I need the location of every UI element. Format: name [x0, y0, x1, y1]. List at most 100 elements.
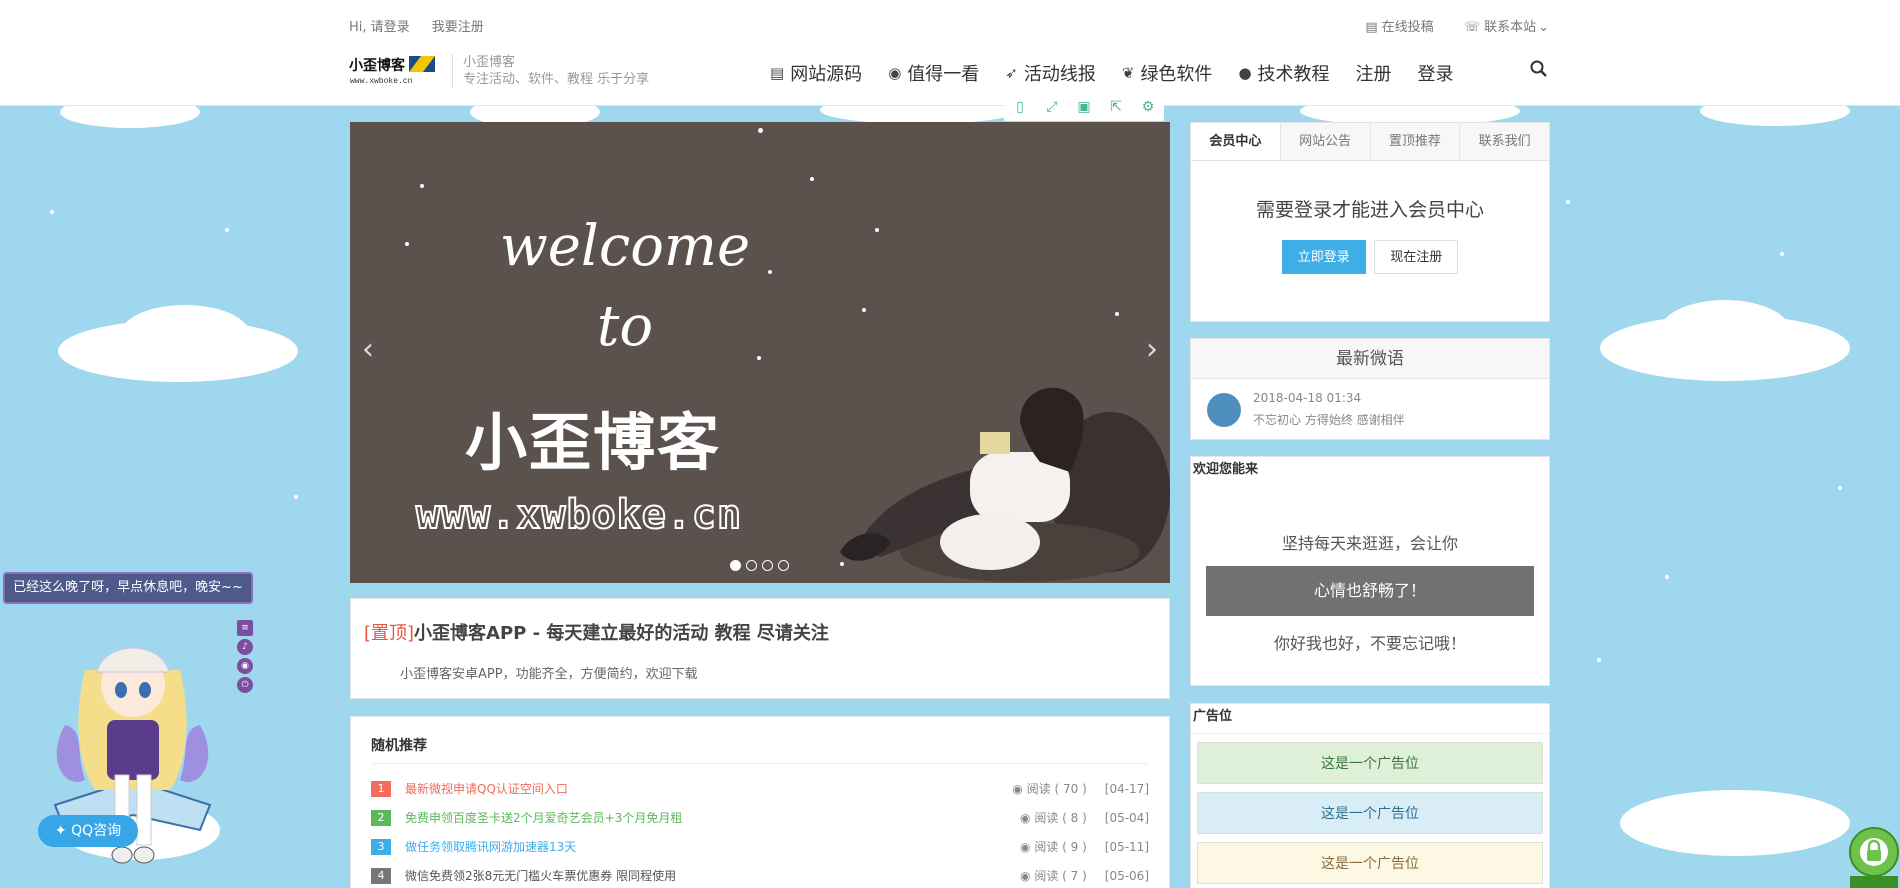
nav-item-software[interactable]: ❦ 绿色软件	[1122, 60, 1213, 86]
pinned-post-title[interactable]: [置顶]小歪博客APP - 每天建立最好的活动 教程 尽请关注	[364, 619, 1156, 645]
register-link[interactable]: 我要注册	[432, 20, 484, 35]
post-date: [05-06]	[1104, 868, 1149, 883]
tab-member-center[interactable]: 会员中心	[1191, 123, 1281, 160]
post-link[interactable]: 免费申领百度圣卡送2个月爱奇艺会员+3个月免月租	[405, 809, 1020, 826]
nav-item-worth[interactable]: ◉ 值得一看	[888, 60, 979, 86]
eye-icon: ◉	[1012, 782, 1027, 796]
ad-widget: 广告位 这是一个广告位 这是一个广告位 这是一个广告位	[1190, 703, 1550, 888]
rank-badge: 2	[371, 809, 391, 826]
member-actions: 立即登录 现在注册	[1191, 240, 1549, 274]
ad-slot-3[interactable]: 这是一个广告位	[1197, 842, 1543, 884]
tab-announcement[interactable]: 网站公告	[1280, 123, 1371, 160]
weibo-text: 不忘初心 方得始终 感谢相伴	[1253, 413, 1405, 427]
power-icon[interactable]: ⏻	[237, 677, 253, 693]
chat-icon[interactable]: ≡	[237, 620, 253, 636]
music-icon[interactable]: ♪	[237, 639, 253, 655]
leaf-icon: ❦	[1121, 64, 1135, 82]
chat-icon: ●	[1238, 64, 1252, 82]
welcome-line-2: 你好我也好，不要忘记哦！	[1273, 634, 1466, 653]
search-icon[interactable]	[1530, 60, 1550, 80]
qq-consult-button[interactable]: ✦ QQ咨询	[38, 815, 138, 847]
welcome-widget: 欢迎您能来 坚持每天来逛逛，会让你 心情也舒畅了！ 你好我也好，不要忘记哦！	[1190, 456, 1550, 686]
nav-item-source[interactable]: ▤ 网站源码	[770, 60, 862, 86]
header: Hi, 请登录 我要注册 ▤ 在线投稿 ☏ 联系本站 ⌄ 小歪博客 www.xwbok…	[0, 0, 1900, 106]
list-item: 4 微信免费领2张8元无门槛火车票优惠券 限同程使用 ◉ 阅读 ( 7 ) [0…	[371, 861, 1149, 888]
login-required-message: 需要登录才能进入会员中心	[1255, 199, 1484, 221]
avatar[interactable]	[1207, 393, 1241, 427]
mascot-speech-bubble: 已经这么晚了呀，早点休息吧，晚安~~	[3, 572, 253, 604]
svg-text:www.xwboke.cn: www.xwboke.cn	[350, 77, 413, 86]
slide-welcome-text: welcome to	[499, 214, 751, 359]
banner-slider[interactable]: welcome to 小歪博客 www.xwboke.cn ‹ ›	[350, 122, 1170, 583]
top-links-right: ▤ 在线投稿 ☏ 联系本站 ⌄	[1339, 16, 1549, 35]
post-link[interactable]: 微信免费领2张8元无门槛火车票优惠券 限同程使用	[405, 867, 1020, 884]
nav-item-activity[interactable]: ➶ 活动线报	[1005, 60, 1096, 86]
post-link[interactable]: 做任务领取腾讯网游加速器13天	[405, 838, 1020, 855]
slide-dot-1[interactable]	[730, 560, 741, 571]
latest-weibo: 最新微语 2018-04-18 01:34 不忘初心 方得始终 感谢相伴	[1190, 338, 1550, 440]
eye-icon: ◉	[1020, 811, 1035, 825]
share-icon[interactable]: ⇱	[1100, 93, 1132, 121]
article-tools: ▯ ⤢ ▣ ⇱ ⚙	[1004, 93, 1164, 121]
security-badge-icon[interactable]	[1848, 826, 1900, 888]
post-date: [05-04]	[1104, 810, 1149, 825]
svg-text:小歪博客: 小歪博客	[349, 57, 406, 73]
list-item: 2 免费申领百度圣卡送2个月爱奇艺会员+3个月免月租 ◉ 阅读 ( 8 ) [0…	[371, 803, 1149, 832]
nav-item-login[interactable]: 登录	[1418, 60, 1454, 86]
top-links-left: Hi, 请登录 我要注册	[349, 16, 502, 35]
list-icon: ▤	[770, 64, 785, 82]
login-button[interactable]: 立即登录	[1281, 240, 1366, 274]
post-link[interactable]: 最新微视申请QQ认证空间入口	[405, 780, 1012, 797]
fullscreen-icon[interactable]: ⤢	[1036, 93, 1068, 121]
read-count: ◉ 阅读 ( 7 )	[1020, 869, 1087, 883]
rocket-icon: ➶	[1005, 64, 1018, 82]
post-date: [04-17]	[1104, 781, 1149, 796]
contact-link[interactable]: ☏ 联系本站 ⌄	[1464, 20, 1549, 35]
ad-slot-1[interactable]: 这是一个广告位	[1197, 742, 1543, 784]
slide-dot-2[interactable]	[746, 560, 757, 571]
welcome-heading: 欢迎您能来	[1193, 462, 1259, 477]
qq-icon: ✦	[54, 823, 72, 839]
rank-badge: 1	[371, 780, 391, 797]
phone-icon[interactable]: ▯	[1004, 93, 1036, 121]
slide-title: 小歪博客	[465, 406, 722, 479]
eye-icon[interactable]: ◉	[237, 658, 253, 674]
random-heading: 随机推荐	[371, 735, 1149, 764]
weibo-time: 2018-04-18 01:34	[1253, 391, 1362, 405]
nav-item-tutorial[interactable]: ● 技术教程	[1238, 60, 1329, 86]
ad-slot-2[interactable]: 这是一个广告位	[1197, 792, 1543, 834]
weibo-heading: 最新微语	[1191, 339, 1549, 379]
post-date: [05-11]	[1104, 839, 1149, 854]
member-tabs: 会员中心 网站公告 置顶推荐 联系我们	[1191, 123, 1549, 161]
slide-dot-3[interactable]	[762, 560, 773, 571]
random-list: 1 最新微视申请QQ认证空间入口 ◉ 阅读 ( 70 ) [04-17] 2 免…	[371, 774, 1149, 888]
site-tagline-block: 小歪博客 专注活动、软件、教程 乐于分享	[452, 54, 649, 88]
tab-contact[interactable]: 联系我们	[1460, 123, 1549, 160]
login-link[interactable]: Hi, 请登录	[349, 20, 410, 35]
slide-illustration	[840, 387, 1170, 582]
gear-icon[interactable]: ⚙	[1132, 93, 1164, 121]
register-button[interactable]: 现在注册	[1374, 240, 1459, 274]
tab-pinned[interactable]: 置顶推荐	[1370, 123, 1461, 160]
nav-item-register[interactable]: 注册	[1356, 60, 1392, 86]
prev-slide-icon[interactable]: ‹	[362, 332, 374, 367]
next-slide-icon[interactable]: ›	[1146, 332, 1158, 367]
read-count: ◉ 阅读 ( 9 )	[1020, 840, 1087, 854]
eye-icon: ◉	[1020, 840, 1035, 854]
chevron-down-icon: ⌄	[1538, 20, 1549, 35]
welcome-highlight: 心情也舒畅了！	[1206, 566, 1534, 616]
slide-dots	[730, 560, 794, 571]
eye-icon: ◉	[1020, 869, 1035, 883]
save-icon[interactable]: ▣	[1068, 93, 1100, 121]
site-logo[interactable]: 小歪博客 www.xwboke.cn	[349, 52, 439, 88]
ad-heading: 广告位	[1193, 709, 1233, 724]
doc-icon: ▤	[1365, 20, 1378, 35]
welcome-line-1: 坚持每天来逛逛，会让你	[1281, 534, 1458, 553]
submit-link[interactable]: ▤ 在线投稿	[1365, 20, 1433, 35]
rank-badge: 4	[371, 867, 391, 884]
list-item: 3 做任务领取腾讯网游加速器13天 ◉ 阅读 ( 9 ) [05-11]	[371, 832, 1149, 861]
member-center: 会员中心 网站公告 置顶推荐 联系我们 需要登录才能进入会员中心 立即登录 现在…	[1190, 122, 1550, 322]
pinned-tag: [置顶]	[364, 623, 415, 644]
slide-dot-4[interactable]	[778, 560, 789, 571]
site-name: 小歪博客	[463, 55, 516, 70]
